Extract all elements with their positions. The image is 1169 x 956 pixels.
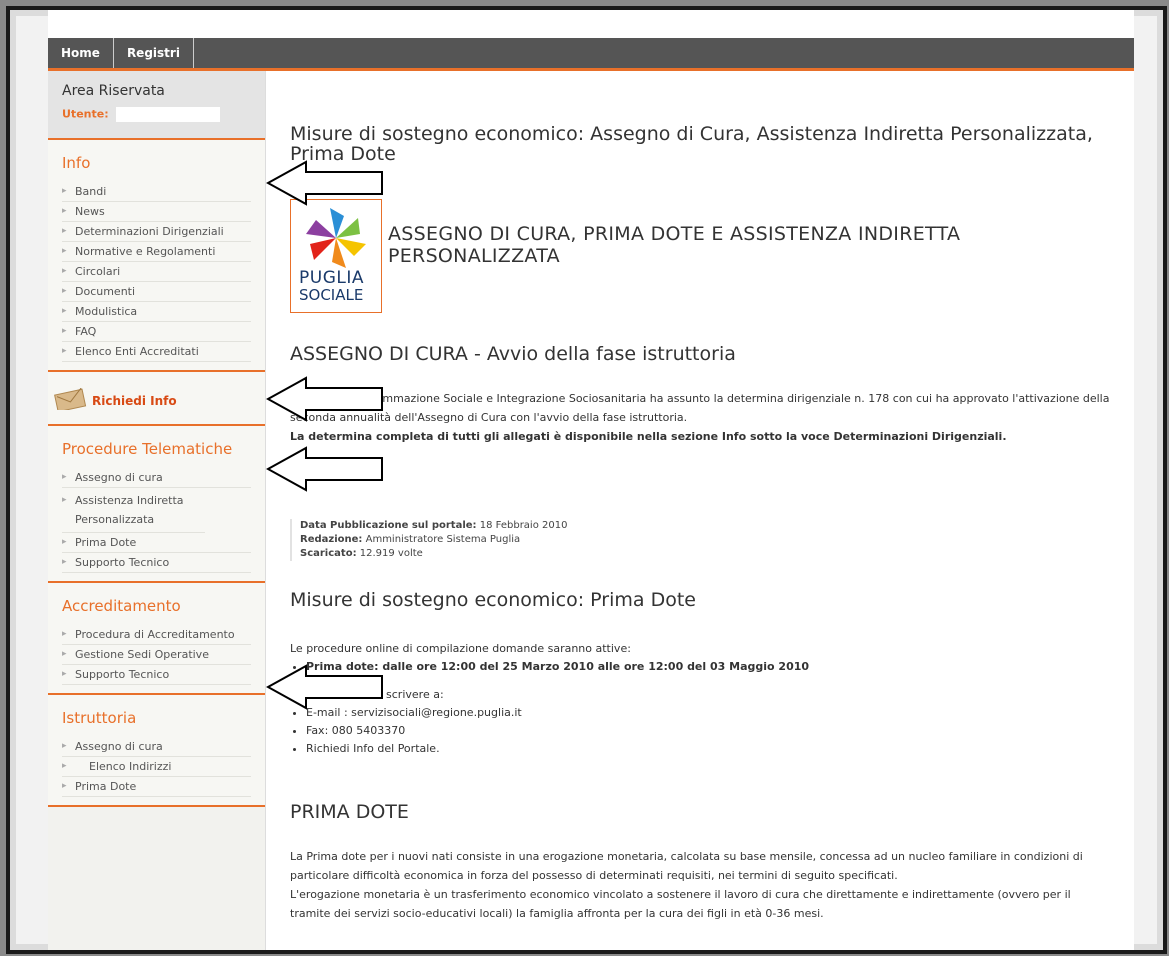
sidebar-item-supporto[interactable]: Supporto Tecnico [62,553,251,573]
meta-data-value: 18 Febbraio 2010 [479,520,568,531]
sidebar-item-faq[interactable]: FAQ [62,322,251,342]
meta-redazione-label: Redazione: [300,534,363,545]
area-riservata: Area Riservata Utente: [48,71,265,140]
section1-paragraph: Il Servizio Programmazione Sociale e Int… [290,392,1110,424]
envelope-icon [54,388,87,410]
section2-info: Per informazioni, scrivere a: [290,688,444,701]
richiedi-info-link[interactable]: Richiedi Info [48,372,265,426]
sidebar: Area Riservata Utente: Info Bandi News D… [48,71,266,950]
meta-data-label: Data Pubblicazione sul portale: [300,520,477,531]
annotation-arrow-left-icon [266,376,383,422]
section1-title: ASSEGNO DI CURA - Avvio della fase istru… [290,343,736,365]
sidebar-item-modulistica[interactable]: Modulistica [62,302,251,322]
meta-scaricato-label: Scaricato: [300,548,357,559]
sidebar-item-supporto-accr[interactable]: Supporto Tecnico [62,665,251,685]
section3-paragraph-1: La Prima dote per i nuovi nati consiste … [290,850,1083,882]
contact-fax: Fax: 080 5403370 [306,722,522,740]
sidebar-item-documenti[interactable]: Documenti [62,282,251,302]
logo-text-puglia: PUGLIA [299,268,364,288]
sidebar-item-procedura-accreditamento[interactable]: Procedura di Accreditamento [62,625,251,645]
sidebar-item-circolari[interactable]: Circolari [62,262,251,282]
info-section: Info Bandi News Determinazioni Dirigenzi… [48,140,265,372]
info-title: Info [62,154,91,172]
area-title: Area Riservata [62,83,165,99]
procedure-section: Procedure Telematiche Assegno di cura As… [48,426,265,583]
nav-home[interactable]: Home [48,38,114,68]
sidebar-item-gestione-sedi[interactable]: Gestione Sedi Operative [62,645,251,665]
utente-label: Utente: [62,107,109,121]
accreditamento-title: Accreditamento [62,597,181,615]
sidebar-item-prima-dote[interactable]: Prima Dote [62,533,251,553]
annotation-arrow-left-icon [266,160,383,206]
richiedi-info-label: Richiedi Info [92,394,177,408]
puglia-sociale-logo: PUGLIA SOCIALE [290,199,382,313]
meta-scaricato-value: 12.919 volte [359,548,423,559]
sidebar-item-enti[interactable]: Elenco Enti Accreditati [62,342,251,362]
section3-title: PRIMA DOTE [290,801,409,823]
sidebar-item-news[interactable]: News [62,202,251,222]
page-title: Misure di sostegno economico: Assegno di… [290,123,1093,165]
utente-row: Utente: [62,107,265,122]
nav-registri[interactable]: Registri [114,38,194,68]
istruttoria-title: Istruttoria [62,709,137,727]
section2-intro: Le procedure online di compilazione doma… [290,642,631,655]
meta-redazione-value: Amministratore Sistema Puglia [365,534,521,545]
section3-paragraph-2: L'erogazione monetaria è un trasferiment… [290,888,1071,920]
annotation-arrow-left-icon [266,664,383,710]
utente-field[interactable] [116,107,221,122]
istruttoria-section: Istruttoria Assegno di cura Elenco Indir… [48,695,265,807]
accreditamento-section: Accreditamento Procedura di Accreditamen… [48,583,265,695]
logo-heading: ASSEGNO DI CURA, PRIMA DOTE E ASSISTENZA… [388,223,961,267]
sidebar-item-assegno-cura[interactable]: Assegno di cura [62,468,251,488]
screenshot-frame: Home Registri Area Riservata Utente: Inf… [6,6,1167,954]
sidebar-item-elenco-indirizzi[interactable]: Elenco Indirizzi [62,757,251,777]
section1-note: La determina completa di tutti gli alleg… [290,430,1007,443]
sidebar-item-bandi[interactable]: Bandi [62,182,251,202]
pinwheel-icon [306,208,366,268]
section2-title: Misure di sostegno economico: Prima Dote [290,589,696,611]
procedure-title: Procedure Telematiche [62,440,233,458]
logo-text-sociale: SOCIALE [299,286,364,304]
sidebar-item-istr-prima-dote[interactable]: Prima Dote [62,777,251,797]
page: Home Registri Area Riservata Utente: Inf… [48,10,1134,950]
sidebar-item-istr-assegno[interactable]: Assegno di cura [62,737,251,757]
annotation-arrow-left-icon [266,446,383,492]
contact-richiedi[interactable]: Richiedi Info del Portale. [306,740,522,758]
publication-meta: Data Pubblicazione sul portale: 18 Febbr… [290,519,567,561]
sidebar-item-normative[interactable]: Normative e Regolamenti [62,242,251,262]
sidebar-item-assistenza[interactable]: Assistenza Indiretta Personalizzata [62,488,205,533]
contacts-list: E-mail : servizisociali@regione.puglia.i… [290,704,522,758]
top-nav: Home Registri [48,38,1134,71]
sidebar-item-determinazioni[interactable]: Determinazioni Dirigenziali [62,222,251,242]
